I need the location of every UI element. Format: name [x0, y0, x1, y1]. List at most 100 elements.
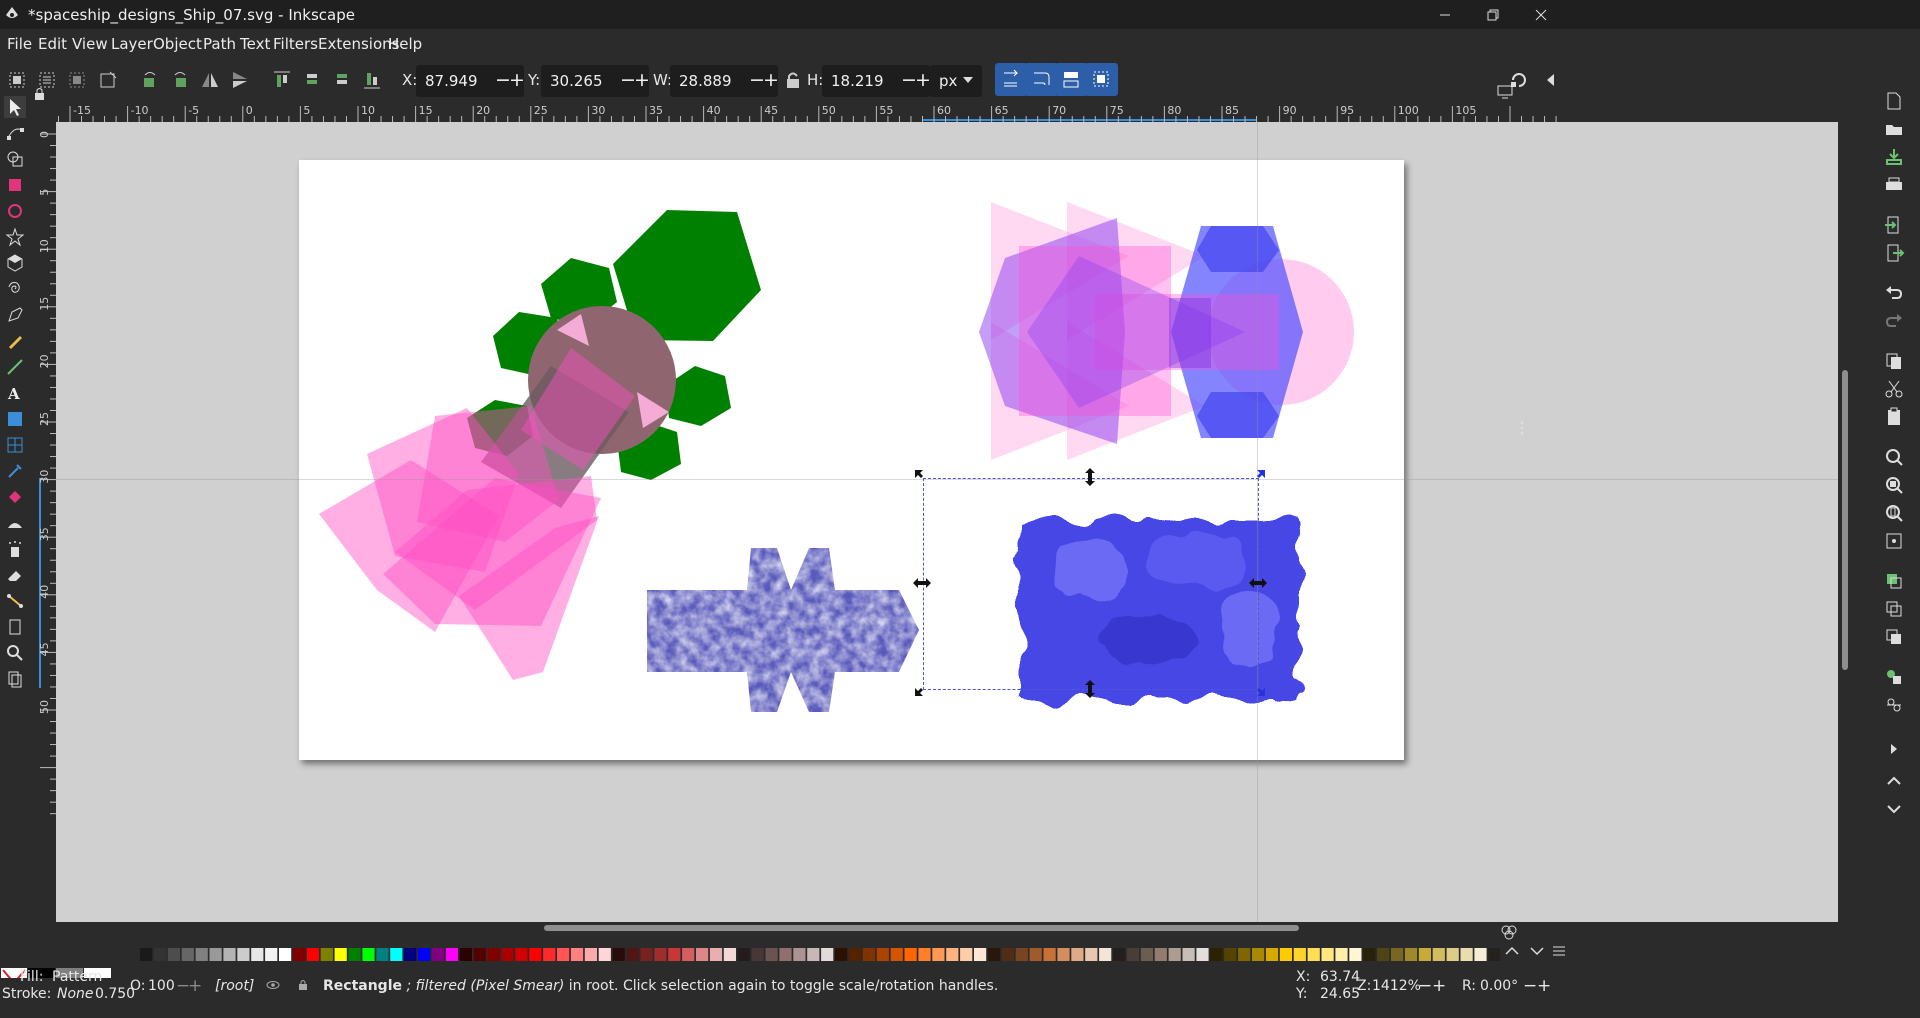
color-swatch[interactable] — [1293, 948, 1306, 961]
color-swatch[interactable] — [1335, 948, 1348, 961]
color-swatch[interactable] — [431, 948, 445, 961]
visibility-icon[interactable] — [266, 978, 280, 992]
color-swatch[interactable] — [1001, 948, 1014, 961]
color-swatch[interactable] — [1196, 948, 1209, 961]
color-swatch[interactable] — [557, 948, 570, 961]
color-swatch[interactable] — [1279, 948, 1292, 961]
blue-hexagon[interactable] — [1197, 226, 1279, 272]
duplicate-icon[interactable] — [1883, 570, 1905, 592]
mesh-tool-icon[interactable] — [4, 434, 26, 456]
color-swatch[interactable] — [265, 948, 278, 961]
fill-value[interactable]: Pattern — [52, 969, 102, 985]
more-options-icon[interactable] — [1517, 420, 1527, 436]
color-swatch[interactable] — [1085, 948, 1098, 961]
palette-scroll-down-icon[interactable] — [1528, 944, 1546, 958]
color-swatch[interactable] — [251, 948, 264, 961]
save-icon[interactable] — [1883, 146, 1905, 168]
menu-layer[interactable]: Layer — [111, 35, 153, 53]
opacity-increment-button[interactable]: + — [188, 976, 202, 996]
vertical-scrollbar[interactable] — [1842, 370, 1848, 670]
clone-icon[interactable] — [1883, 598, 1905, 620]
color-swatch[interactable] — [918, 948, 931, 961]
color-swatch[interactable] — [807, 948, 820, 961]
color-swatch[interactable] — [153, 948, 167, 961]
canvas[interactable] — [56, 122, 1838, 922]
color-swatch[interactable] — [696, 948, 709, 961]
unlink-clone-icon[interactable] — [1883, 626, 1905, 648]
color-swatch[interactable] — [1126, 948, 1140, 961]
color-swatch[interactable] — [501, 948, 514, 961]
star-tool-icon[interactable] — [4, 226, 26, 248]
horizontal-ruler[interactable]: -15 -10 -5 0 5 10 15 20 25 30 35 40 45 50 55 60 65 70 75 80… — [48, 102, 1838, 123]
zoom-out-button[interactable]: − — [1418, 976, 1432, 996]
x-field[interactable]: 87.949 − + — [416, 65, 525, 97]
calligraphy-tool-icon[interactable] — [4, 356, 26, 378]
current-layer[interactable]: [root] — [215, 978, 254, 994]
y-increment-button[interactable]: + — [634, 69, 650, 91]
color-swatch[interactable] — [1363, 948, 1376, 961]
touch-select-icon[interactable] — [97, 69, 119, 91]
color-swatch[interactable] — [1113, 948, 1126, 961]
color-swatch[interactable] — [876, 948, 889, 961]
menu-object[interactable]: Object — [153, 35, 202, 53]
color-swatch[interactable] — [515, 948, 528, 961]
color-swatch[interactable] — [765, 948, 778, 961]
flip-vertical-icon[interactable] — [229, 69, 251, 91]
color-swatch[interactable] — [279, 948, 292, 961]
spiral-tool-icon[interactable] — [4, 278, 26, 300]
color-swatch[interactable] — [584, 948, 597, 961]
selector-tool-icon[interactable] — [4, 96, 26, 118]
pencil-tool-icon[interactable] — [4, 330, 26, 352]
color-swatch[interactable] — [1238, 948, 1251, 961]
menu-view[interactable]: View — [72, 35, 108, 53]
zoom-value[interactable]: 1412% — [1372, 978, 1421, 994]
raise-to-top-icon[interactable] — [271, 69, 293, 91]
color-swatch[interactable] — [946, 948, 959, 961]
w-increment-button[interactable]: + — [763, 69, 779, 91]
lower-icon[interactable] — [331, 69, 353, 91]
color-swatch[interactable] — [1432, 948, 1445, 961]
scale-handle-top-right[interactable] — [1257, 470, 1265, 478]
color-swatch[interactable] — [1071, 948, 1084, 961]
color-swatch[interactable] — [974, 948, 987, 961]
dropper-tool-icon[interactable] — [4, 460, 26, 482]
color-swatch[interactable] — [779, 948, 792, 961]
paint-bucket-tool-icon[interactable] — [4, 486, 26, 508]
color-swatch[interactable] — [167, 948, 180, 961]
cut-icon[interactable] — [1883, 378, 1905, 400]
copy-icon[interactable] — [1883, 350, 1905, 372]
scale-gradients-toggle[interactable] — [1055, 63, 1088, 96]
h-increment-button[interactable]: + — [915, 69, 931, 91]
zoom-center-page-icon[interactable] — [1883, 530, 1905, 552]
color-swatch[interactable] — [682, 948, 695, 961]
menu-file[interactable]: File — [7, 35, 32, 53]
color-swatch[interactable] — [1446, 948, 1459, 961]
y-field[interactable]: 30.265 − + — [541, 65, 650, 97]
color-swatch[interactable] — [1377, 948, 1390, 961]
color-swatch[interactable] — [237, 948, 250, 961]
color-swatch[interactable] — [1460, 948, 1473, 961]
lower-to-bottom-icon[interactable] — [361, 69, 383, 91]
color-swatch[interactable] — [334, 948, 347, 961]
redo-icon[interactable] — [1883, 310, 1905, 332]
color-swatch[interactable] — [1182, 948, 1195, 961]
zoom-tool-icon[interactable] — [4, 642, 26, 664]
color-swatch[interactable] — [418, 948, 431, 961]
scale-handle-bottom[interactable] — [1085, 680, 1095, 698]
color-swatch[interactable] — [390, 948, 403, 961]
color-swatch[interactable] — [960, 948, 973, 961]
menu-path[interactable]: Path — [203, 35, 236, 53]
ship-textured-blue[interactable] — [647, 548, 919, 712]
flip-horizontal-icon[interactable] — [199, 69, 221, 91]
color-swatch[interactable] — [1321, 948, 1334, 961]
palette-scroll-up-icon[interactable] — [1503, 944, 1521, 958]
zoom-selection-icon[interactable] — [1883, 446, 1905, 468]
color-swatch[interactable] — [793, 948, 806, 961]
color-swatch[interactable] — [292, 948, 306, 961]
color-swatch[interactable] — [223, 948, 236, 961]
connector-tool-icon[interactable] — [4, 590, 26, 612]
rotation-increment-button[interactable]: + — [1537, 976, 1551, 996]
snap-menu-chevron-icon[interactable] — [1540, 69, 1562, 91]
color-swatch[interactable] — [1210, 948, 1223, 961]
rotation-decrement-button[interactable]: − — [1523, 976, 1537, 996]
